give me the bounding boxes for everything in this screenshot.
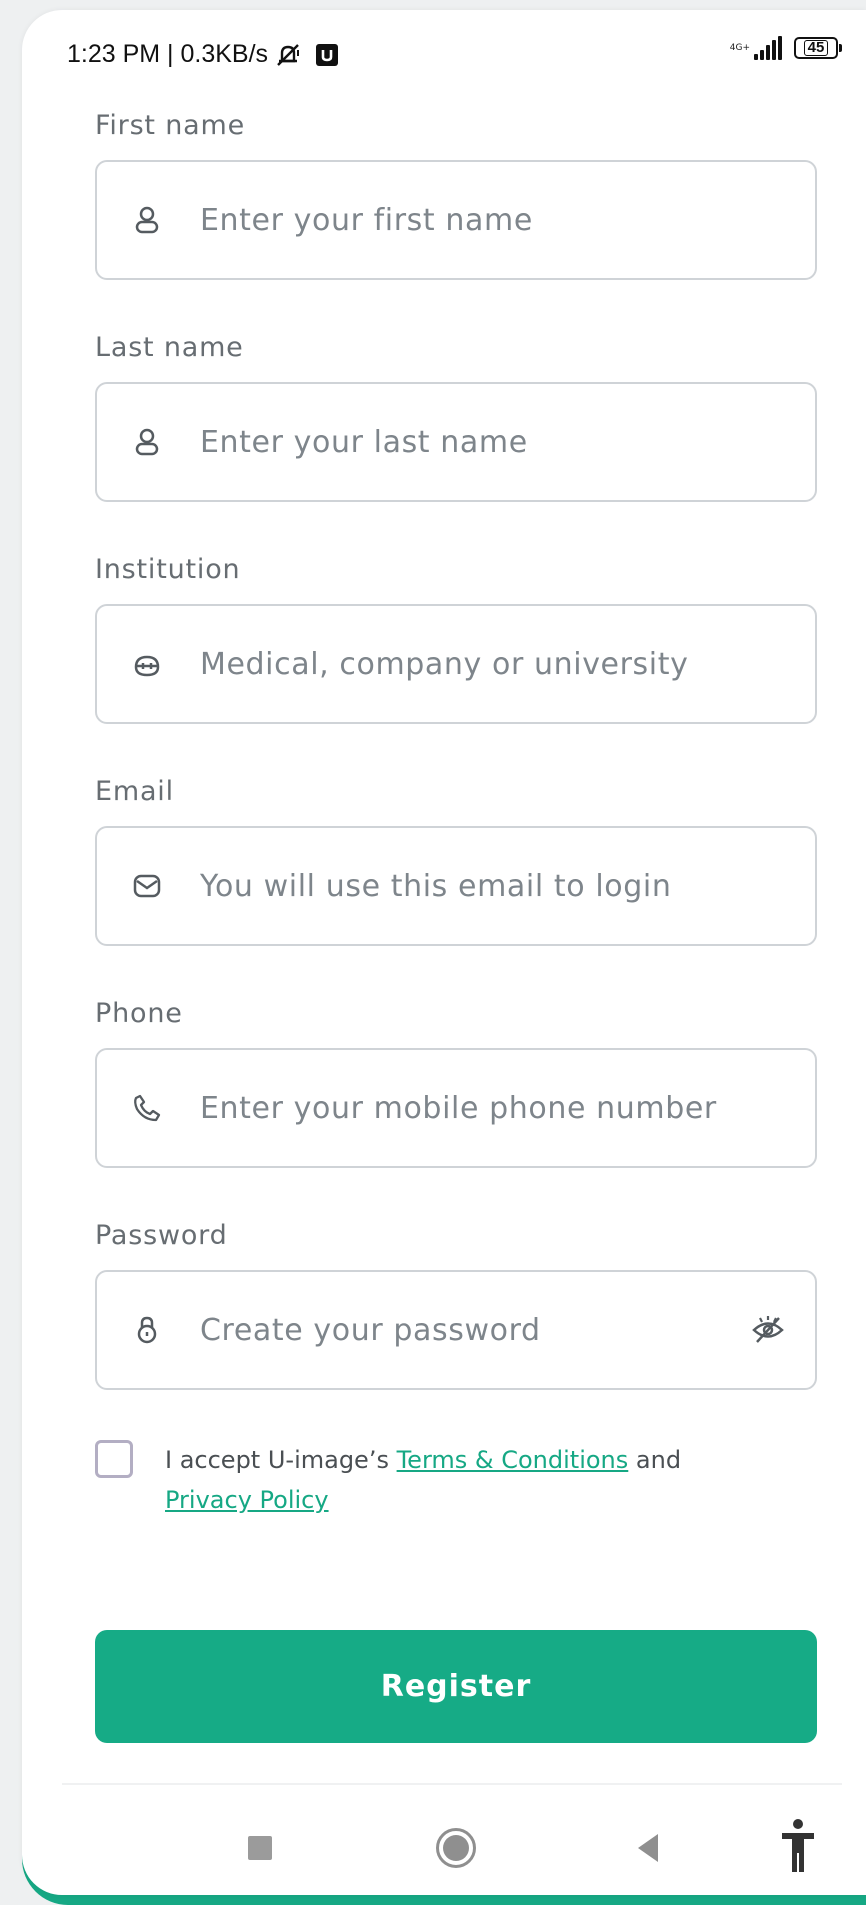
email-field[interactable]: You will use this email to login xyxy=(95,826,817,946)
institution-label: Institution xyxy=(95,554,241,585)
email-placeholder: You will use this email to login xyxy=(200,868,672,904)
battery-tip xyxy=(839,44,842,52)
status-left: 1:23 PM | 0.3KB/s xyxy=(67,40,339,69)
briefcase-icon xyxy=(134,655,160,677)
app-screen: 1:23 PM | 0.3KB/s 4G+ 45 First name Ente… xyxy=(22,10,866,1895)
institution-placeholder: Medical, company or university xyxy=(200,646,689,682)
signal-icon xyxy=(752,36,782,60)
terms-prefix: I accept U-image’s xyxy=(165,1446,397,1474)
system-nav-bar xyxy=(22,1786,866,1895)
phone-placeholder: Enter your mobile phone number xyxy=(200,1090,717,1126)
network-type: 4G+ xyxy=(729,42,750,53)
phone-label: Phone xyxy=(95,998,183,1029)
nav-divider xyxy=(62,1783,842,1785)
institution-field[interactable]: Medical, company or university xyxy=(95,604,817,724)
status-bar: 1:23 PM | 0.3KB/s 4G+ 45 xyxy=(22,10,866,88)
lock-icon xyxy=(137,1316,157,1344)
password-field[interactable]: Create your password xyxy=(95,1270,817,1390)
last-name-label: Last name xyxy=(95,332,244,363)
terms-middle: and xyxy=(628,1446,682,1474)
last-name-placeholder: Enter your last name xyxy=(200,424,528,460)
back-icon[interactable] xyxy=(638,1834,658,1862)
status-time: 1:23 PM | 0.3KB/s xyxy=(67,40,269,68)
terms-checkbox[interactable] xyxy=(95,1440,133,1478)
last-name-field[interactable]: Enter your last name xyxy=(95,382,817,502)
accessibility-icon[interactable] xyxy=(779,1818,817,1874)
home-icon[interactable] xyxy=(436,1828,476,1868)
user-icon xyxy=(135,206,159,234)
terms-link[interactable]: Terms & Conditions xyxy=(397,1446,629,1474)
password-placeholder: Create your password xyxy=(200,1312,541,1348)
status-right: 4G+ 45 xyxy=(729,36,842,60)
email-label: Email xyxy=(95,776,174,807)
phone-icon xyxy=(134,1094,161,1122)
password-label: Password xyxy=(95,1220,228,1251)
first-name-label: First name xyxy=(95,110,245,141)
u-app-icon xyxy=(316,43,339,66)
mute-bell-icon xyxy=(277,43,300,66)
phone-field[interactable]: Enter your mobile phone number xyxy=(95,1048,817,1168)
terms-consent-text: I accept U-image’s Terms & Conditions an… xyxy=(165,1440,785,1520)
user-icon xyxy=(135,428,159,456)
register-button[interactable]: Register xyxy=(95,1630,817,1743)
mail-icon xyxy=(133,874,161,898)
battery-icon: 45 xyxy=(794,37,842,59)
first-name-field[interactable]: Enter your first name xyxy=(95,160,817,280)
privacy-policy-link[interactable]: Privacy Policy xyxy=(165,1486,329,1514)
first-name-placeholder: Enter your first name xyxy=(200,202,533,238)
battery-level: 45 xyxy=(803,40,829,56)
recent-apps-icon[interactable] xyxy=(248,1836,272,1860)
eye-off-icon[interactable] xyxy=(751,1313,785,1347)
